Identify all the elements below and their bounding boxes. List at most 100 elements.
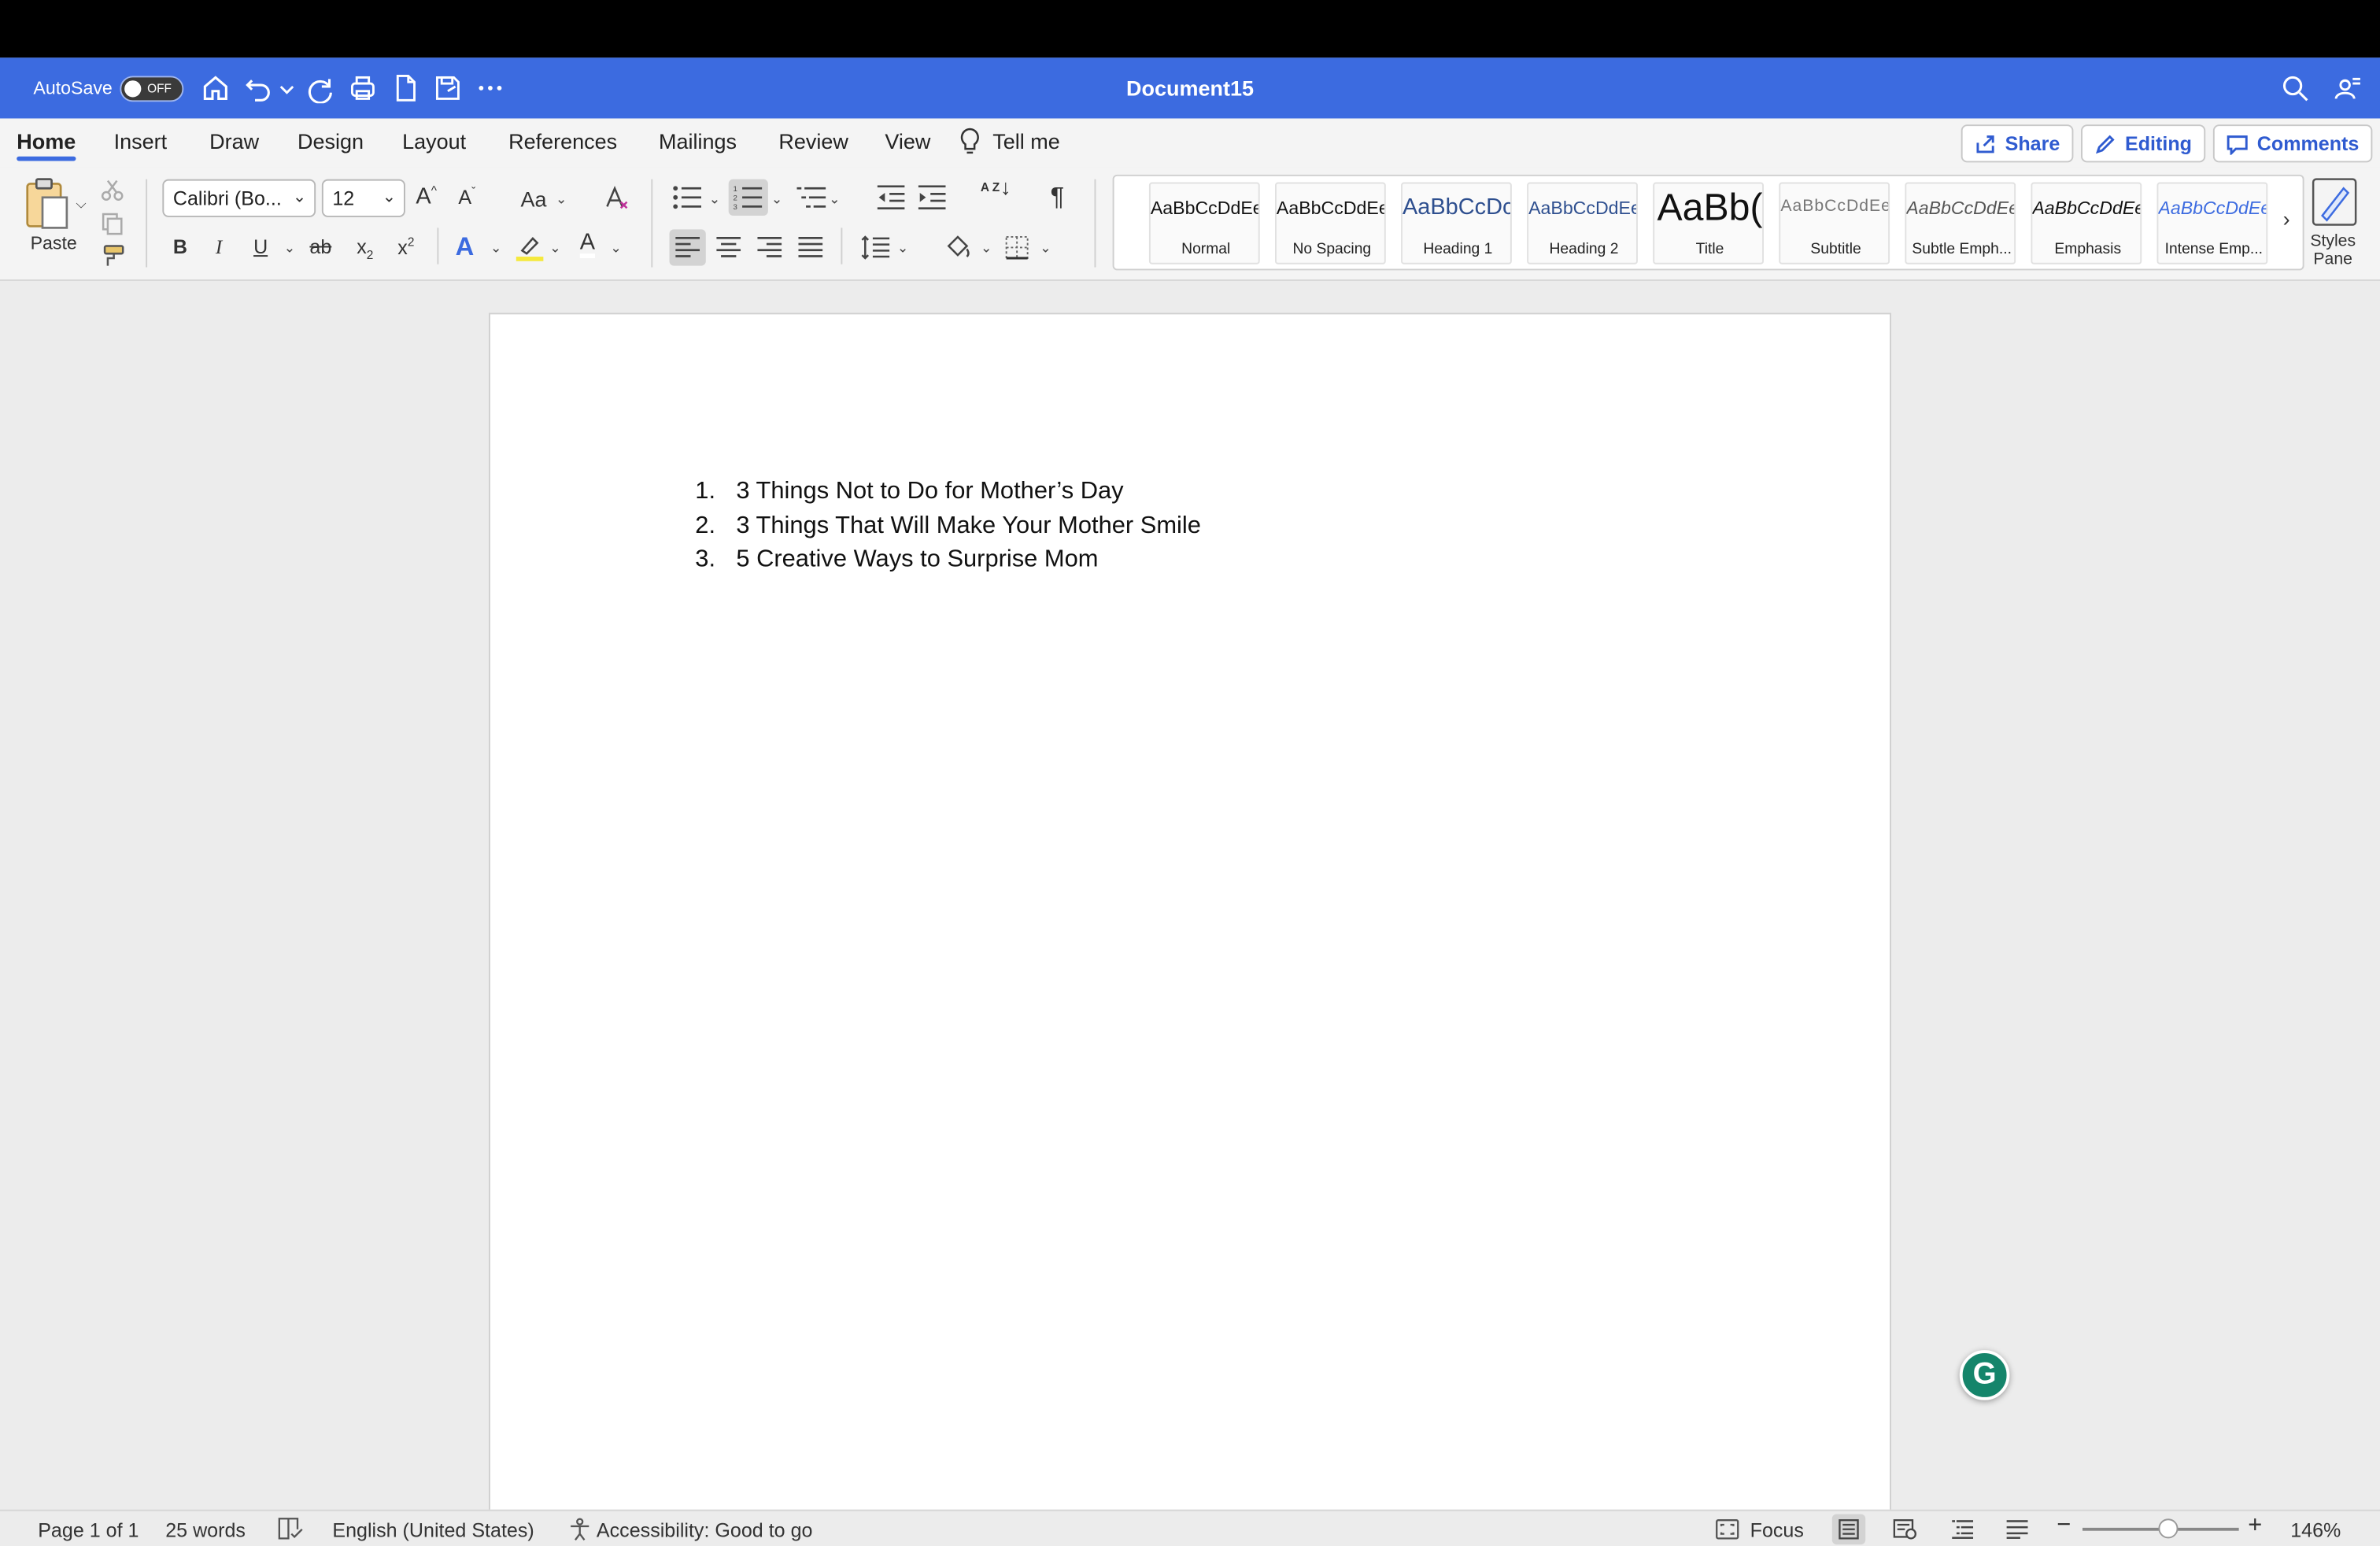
home-ribbon: ⌵ Paste Calibri (Bo... ⌄ 12 ⌄ A^ Aˇ Aa ⌄ B… [0, 167, 2380, 281]
sort-button[interactable]: A Z ↓ [981, 176, 1014, 198]
styles-pane-button[interactable]: Styles Pane [2305, 232, 2360, 268]
grow-font-icon[interactable]: A^ [416, 183, 437, 209]
shading-icon[interactable] [945, 234, 973, 261]
font-color-icon[interactable]: A [579, 231, 596, 258]
style-preview: AaBbCcDdEe [2158, 197, 2268, 219]
style-name: Subtitle [1810, 241, 1861, 258]
list-text[interactable]: 3 Things Not to Do for Mother’s Day [736, 479, 1123, 506]
accessibility-status[interactable]: Accessibility: Good to go [597, 1518, 813, 1541]
cut-icon[interactable] [100, 178, 124, 202]
strikethrough-button[interactable]: ab [309, 235, 331, 258]
tab-mailings[interactable]: Mailings [659, 129, 737, 153]
bold-button[interactable]: B [173, 235, 187, 258]
share-button[interactable]: Share [1961, 124, 2074, 163]
superscript-button[interactable]: x2 [397, 235, 414, 259]
align-center-icon[interactable] [716, 236, 741, 258]
chevron-down-icon: ⌄ [382, 188, 397, 207]
styles-pane-icon[interactable] [2310, 176, 2359, 228]
highlight-dropdown-icon[interactable]: ⌄ [549, 240, 561, 257]
draft-view-button[interactable] [2001, 1514, 2034, 1544]
tab-design[interactable]: Design [298, 129, 364, 153]
print-layout-view-button[interactable] [1831, 1514, 1866, 1545]
font-color-dropdown-icon[interactable]: ⌄ [610, 240, 622, 257]
line-spacing-dropdown-icon[interactable]: ⌄ [897, 240, 909, 257]
style-subtitle[interactable]: AaBbCcDdEe Subtitle [1779, 182, 1890, 264]
tab-review[interactable]: Review [778, 129, 848, 153]
search-icon[interactable] [2280, 73, 2311, 104]
italic-button[interactable]: I [216, 235, 222, 260]
copy-icon[interactable] [100, 211, 124, 235]
proofing-icon[interactable] [278, 1517, 304, 1540]
focus-label[interactable]: Focus [1750, 1518, 1804, 1541]
format-painter-icon[interactable] [98, 243, 126, 269]
list-text[interactable]: 3 Things That Will Make Your Mother Smil… [736, 512, 1201, 540]
accessibility-icon[interactable] [567, 1517, 592, 1541]
outline-view-button[interactable] [1946, 1514, 1979, 1544]
style-heading-1[interactable]: AaBbCcDc Heading 1 [1401, 182, 1512, 264]
change-case-button[interactable]: Aa [520, 187, 546, 211]
word-count[interactable]: 25 words [165, 1518, 246, 1541]
svg-text:1: 1 [733, 185, 737, 194]
zoom-in-icon[interactable]: + [2248, 1513, 2262, 1540]
document-page[interactable]: 1. 3 Things Not to Do for Mother’s Day 2… [488, 313, 1891, 1528]
bullets-icon[interactable] [672, 185, 703, 209]
align-right-icon[interactable] [757, 236, 782, 258]
justify-icon[interactable] [798, 236, 823, 258]
tab-layout[interactable]: Layout [402, 129, 466, 153]
tell-me-search[interactable]: Tell me [992, 129, 1060, 153]
style-subtle-emphasis[interactable]: AaBbCcDdEe Subtle Emph... [1905, 182, 2016, 264]
editing-mode-button[interactable]: Editing [2081, 124, 2206, 163]
style-emphasis[interactable]: AaBbCcDdEe Emphasis [2031, 182, 2142, 264]
list-text[interactable]: 5 Creative Ways to Surprise Mom [736, 547, 1098, 575]
styles-more-chevron-icon[interactable]: › [2283, 206, 2290, 231]
zoom-level[interactable]: 146% [2290, 1518, 2341, 1541]
web-layout-view-button[interactable] [1888, 1514, 1921, 1544]
shading-dropdown-icon[interactable]: ⌄ [981, 240, 992, 257]
shrink-font-icon[interactable]: Aˇ [458, 185, 475, 209]
underline-button[interactable]: U [253, 235, 268, 258]
tab-references[interactable]: References [508, 129, 617, 153]
line-spacing-icon[interactable] [860, 234, 891, 261]
style-name: Intense Emp... [2164, 241, 2263, 258]
borders-icon[interactable] [1005, 235, 1029, 260]
change-case-dropdown-icon[interactable]: ⌄ [556, 191, 567, 208]
multilevel-dropdown-icon[interactable]: ⌄ [829, 191, 841, 208]
paste-dropdown-icon[interactable]: ⌵ [76, 196, 86, 213]
font-name-dropdown[interactable]: Calibri (Bo... ⌄ [162, 179, 316, 217]
account-icon[interactable] [2333, 73, 2363, 104]
grammarly-button[interactable]: G [1959, 1350, 2010, 1400]
text-effects-icon[interactable]: A [456, 232, 475, 263]
tab-insert[interactable]: Insert [114, 129, 168, 153]
borders-dropdown-icon[interactable]: ⌄ [1040, 240, 1051, 257]
zoom-slider-knob[interactable] [2158, 1518, 2179, 1539]
align-left-icon[interactable] [675, 236, 700, 258]
show-formatting-marks-icon[interactable]: ¶ [1051, 183, 1065, 213]
paste-icon[interactable] [24, 176, 70, 231]
tab-draw[interactable]: Draw [209, 129, 259, 153]
style-heading-2[interactable]: AaBbCcDdEe Heading 2 [1527, 182, 1638, 264]
page-count[interactable]: Page 1 of 1 [38, 1518, 139, 1541]
style-no-spacing[interactable]: AaBbCcDdEe No Spacing [1274, 182, 1386, 264]
increase-indent-icon[interactable] [918, 185, 946, 210]
comments-button[interactable]: Comments [2212, 124, 2373, 163]
font-size-dropdown[interactable]: 12 ⌄ [321, 179, 405, 217]
multilevel-list-icon[interactable] [796, 185, 827, 209]
tab-home[interactable]: Home [17, 129, 76, 153]
style-normal[interactable]: AaBbCcDdEe Normal [1148, 182, 1260, 264]
language-status[interactable]: English (United States) [332, 1518, 534, 1541]
bullets-dropdown-icon[interactable]: ⌄ [709, 191, 721, 208]
numbering-dropdown-icon[interactable]: ⌄ [771, 191, 783, 208]
subscript-button[interactable]: x2 [357, 235, 373, 262]
numbering-icon[interactable]: 123 [733, 185, 763, 209]
style-title[interactable]: AaBb( Title [1653, 182, 1764, 264]
zoom-out-icon[interactable]: − [2057, 1513, 2071, 1540]
tab-view[interactable]: View [885, 129, 930, 153]
highlighter-icon[interactable] [516, 234, 544, 261]
focus-icon[interactable] [1715, 1518, 1739, 1540]
text-effects-dropdown-icon[interactable]: ⌄ [490, 240, 502, 257]
style-intense-emphasis[interactable]: AaBbCcDdEe Intense Emp... [2156, 182, 2268, 264]
title-bar: AutoSave OFF Document15 [0, 57, 2380, 119]
clear-formatting-icon[interactable] [603, 183, 632, 211]
decrease-indent-icon[interactable] [877, 185, 905, 210]
underline-dropdown-icon[interactable]: ⌄ [284, 240, 296, 257]
